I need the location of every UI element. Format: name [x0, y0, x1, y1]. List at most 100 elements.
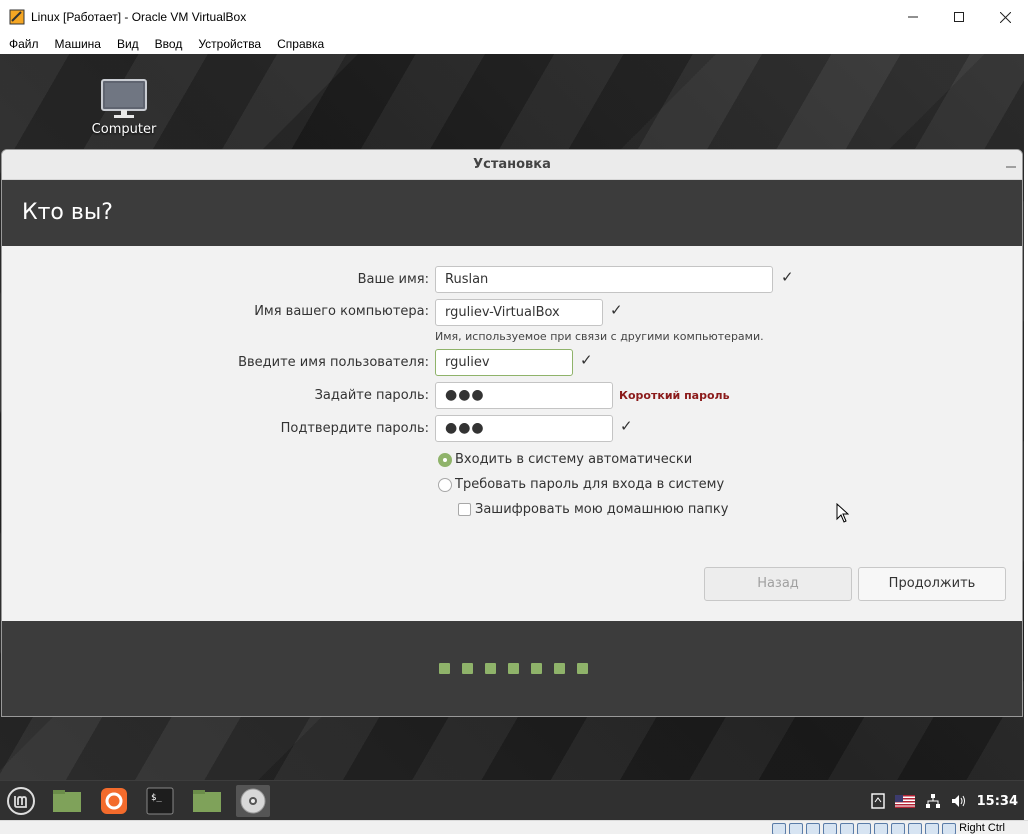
menu-help[interactable]: Справка	[277, 37, 324, 51]
confirm-check-icon: ✓	[620, 417, 633, 435]
name-field[interactable]: Ruslan	[435, 266, 773, 293]
shared-folders-status-icon[interactable]	[857, 823, 871, 834]
progress-step	[485, 663, 496, 674]
confirm-label: Подтвердите пароль:	[280, 421, 429, 436]
confirm-password-field[interactable]: ●●●	[435, 415, 613, 442]
installer-title-bar: Установка	[2, 150, 1022, 180]
taskbar-show-desktop[interactable]	[50, 785, 84, 817]
network-status-icon[interactable]	[823, 823, 837, 834]
host-menu-bar: Файл Машина Вид Ввод Устройства Справка	[0, 34, 1028, 54]
folder-green-icon	[193, 790, 221, 812]
audio-status-icon[interactable]	[806, 823, 820, 834]
keyboard-status-icon[interactable]	[942, 823, 956, 834]
progress-step	[439, 663, 450, 674]
taskbar-installer[interactable]	[236, 785, 270, 817]
computer-name-value: rguliev-VirtualBox	[445, 305, 560, 320]
progress-step	[531, 663, 542, 674]
folder-green-icon	[53, 790, 81, 812]
system-tray: 15:34	[870, 781, 1018, 820]
cd-disc-icon	[240, 788, 266, 814]
network-icon[interactable]	[925, 793, 941, 809]
recording-status-icon[interactable]	[891, 823, 905, 834]
menu-machine[interactable]: Машина	[55, 37, 101, 51]
taskbar-files[interactable]	[190, 785, 224, 817]
vm-screen[interactable]: Computer Установка Кто вы? Ваше имя: Rus…	[0, 54, 1024, 820]
guest-taskbar: $_ 15:34	[0, 780, 1024, 820]
usb-status-icon[interactable]	[840, 823, 854, 834]
maximize-button[interactable]	[936, 0, 982, 34]
mint-menu-button[interactable]	[4, 785, 38, 817]
volume-icon[interactable]	[951, 794, 967, 808]
host-window-title: Linux [Работает] - Oracle VM VirtualBox	[31, 10, 247, 24]
password-warning: Короткий пароль	[619, 389, 730, 402]
vbox-status-bar: Right Ctrl	[0, 820, 1028, 834]
installer-minimize-button[interactable]	[1006, 150, 1016, 179]
window-controls	[890, 0, 1028, 34]
progress-step	[577, 663, 588, 674]
confirm-password-value: ●●●	[445, 420, 485, 436]
password-field[interactable]: ●●●	[435, 382, 613, 409]
mouse-cursor-icon	[836, 503, 849, 523]
taskbar-terminal[interactable]: $_	[143, 785, 177, 817]
installer-header: Кто вы?	[2, 180, 1022, 246]
username-value: rguliev	[445, 355, 490, 370]
computer-label: Имя вашего компьютера:	[254, 304, 429, 319]
installer-footer	[2, 621, 1022, 716]
host-window-edge	[1024, 54, 1028, 820]
minimize-icon	[1006, 166, 1016, 168]
computer-hint: Имя, используемое при связи с другими ко…	[435, 330, 764, 343]
svg-text:$_: $_	[151, 793, 162, 803]
installer-title: Установка	[473, 157, 551, 172]
menu-file[interactable]: Файл	[9, 37, 39, 51]
host-key-label: Right Ctrl	[959, 822, 1005, 834]
virtualbox-app-icon	[9, 9, 25, 25]
maximize-icon	[954, 12, 964, 22]
close-icon	[999, 11, 1011, 23]
continue-button[interactable]: Продолжить	[858, 567, 1006, 601]
clipboard-icon[interactable]	[870, 793, 885, 809]
desktop-icon-label: Computer	[91, 122, 157, 137]
back-button[interactable]: Назад	[704, 567, 852, 601]
progress-steps	[439, 663, 588, 674]
taskbar-firefox[interactable]	[97, 785, 131, 817]
progress-step	[554, 663, 565, 674]
cpu-status-icon[interactable]	[908, 823, 922, 834]
minimize-button[interactable]	[890, 0, 936, 34]
computer-check-icon: ✓	[610, 301, 623, 319]
hard-disk-status-icon[interactable]	[772, 823, 786, 834]
name-label: Ваше имя:	[357, 272, 429, 287]
auto-login-label[interactable]: Входить в систему автоматически	[455, 452, 692, 467]
username-check-icon: ✓	[580, 351, 593, 369]
close-button[interactable]	[982, 0, 1028, 34]
encrypt-home-label[interactable]: Зашифровать мою домашнюю папку	[475, 502, 728, 517]
computer-name-field[interactable]: rguliev-VirtualBox	[435, 299, 603, 326]
password-value: ●●●	[445, 387, 485, 403]
firefox-icon	[101, 788, 127, 814]
auto-login-radio[interactable]	[438, 453, 452, 467]
menu-view[interactable]: Вид	[117, 37, 139, 51]
require-password-label[interactable]: Требовать пароль для входа в систему	[455, 477, 724, 492]
menu-input[interactable]: Ввод	[155, 37, 183, 51]
mouse-integration-status-icon[interactable]	[925, 823, 939, 834]
optical-drive-status-icon[interactable]	[789, 823, 803, 834]
display-status-icon[interactable]	[874, 823, 888, 834]
username-field[interactable]: rguliev	[435, 349, 573, 376]
us-flag-keyboard-layout-icon[interactable]	[894, 794, 915, 808]
computer-icon	[101, 79, 147, 118]
host-title-bar: Linux [Работает] - Oracle VM VirtualBox	[0, 0, 1028, 34]
username-label: Введите имя пользователя:	[238, 355, 429, 370]
linux-mint-logo-icon	[7, 787, 35, 815]
encrypt-home-checkbox[interactable]	[458, 503, 471, 516]
menu-devices[interactable]: Устройства	[198, 37, 261, 51]
progress-step	[462, 663, 473, 674]
minimize-icon	[908, 16, 918, 18]
require-password-radio[interactable]	[438, 478, 452, 492]
name-check-icon: ✓	[781, 268, 794, 286]
desktop-icon-computer[interactable]: Computer	[88, 78, 160, 137]
name-value: Ruslan	[445, 272, 489, 287]
clock[interactable]: 15:34	[977, 794, 1018, 809]
installer-window: Установка Кто вы? Ваше имя: Ruslan ✓ Имя…	[1, 149, 1023, 717]
page-title: Кто вы?	[22, 200, 113, 225]
password-label: Задайте пароль:	[314, 388, 429, 403]
progress-step	[508, 663, 519, 674]
